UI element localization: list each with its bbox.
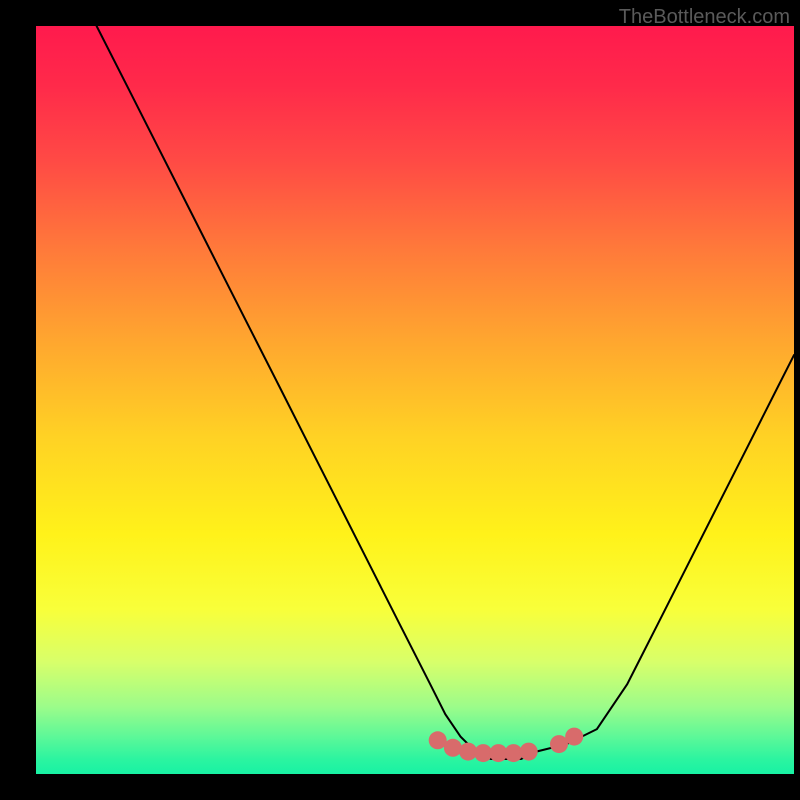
chart-plot-area <box>36 26 794 774</box>
bottleneck-curve-line <box>97 26 794 759</box>
chart-svg <box>36 26 794 774</box>
bottleneck-marker <box>520 743 538 761</box>
bottleneck-markers <box>429 728 584 763</box>
bottleneck-marker <box>444 739 462 757</box>
frame-border-left <box>0 0 36 800</box>
bottleneck-marker <box>505 744 523 762</box>
frame-border-bottom <box>0 774 800 800</box>
frame-border-right <box>794 0 800 800</box>
watermark-text: TheBottleneck.com <box>619 6 790 29</box>
bottleneck-marker <box>565 728 583 746</box>
